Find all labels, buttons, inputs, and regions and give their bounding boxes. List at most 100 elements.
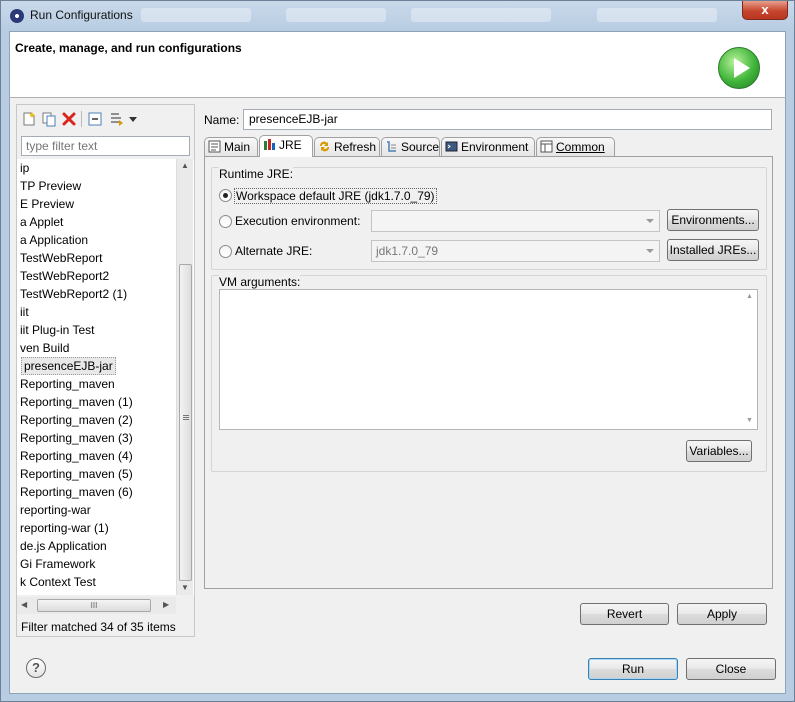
chevron-down-icon [646, 249, 654, 253]
tree-item[interactable]: Reporting_maven (6) [20, 483, 133, 501]
configurations-toolbar [17, 105, 194, 133]
tab-main[interactable]: Main [204, 137, 258, 156]
tree-item[interactable]: ip [20, 159, 29, 177]
window-close-button[interactable]: x [742, 1, 788, 20]
workspace-default-label[interactable]: Workspace default JRE (jdk1.7.0_79) [234, 188, 437, 204]
alternate-jre-select[interactable]: jdk1.7.0_79 [371, 240, 660, 262]
execution-environment-label[interactable]: Execution environment: [235, 214, 360, 228]
tree-item[interactable]: Reporting_maven (5) [20, 465, 133, 483]
tree-item[interactable]: Reporting_maven (4) [20, 447, 133, 465]
tree-item[interactable]: Reporting_maven (1) [20, 393, 133, 411]
tab-refresh-label: Refresh [334, 140, 377, 154]
tree-item[interactable]: de.js Application [20, 537, 107, 555]
filter-icon[interactable] [109, 111, 125, 127]
variables-button[interactable]: Variables... [686, 440, 752, 462]
tree-item[interactable]: TestWebReport2 (1) [20, 285, 127, 303]
tree-item-selected[interactable]: presenceEJB-jar [21, 357, 116, 375]
filter-input[interactable] [21, 136, 190, 156]
tree-item[interactable]: Reporting_maven (3) [20, 429, 133, 447]
dialog-body: ipTP PreviewE Previewa Appleta Applicati… [9, 97, 786, 694]
refresh-tab-icon [319, 141, 330, 152]
installed-jres-button[interactable]: Installed JREs... [667, 239, 759, 261]
runtime-jre-label: Runtime JRE: [219, 167, 294, 181]
tree-item[interactable]: ven Build [20, 339, 69, 357]
tree-item[interactable]: Gi Framework [20, 555, 95, 573]
jre-tab-content: Runtime JRE: Workspace default JRE (jdk1… [204, 156, 773, 589]
tab-source[interactable]: Source [381, 137, 440, 156]
environments-button[interactable]: Environments... [667, 209, 759, 231]
tree-item[interactable]: Reporting_maven (2) [20, 411, 133, 429]
tab-common[interactable]: Common [536, 137, 615, 156]
configuration-editor: Name: presenceEJB-jar Main JRE Refresh S… [197, 104, 779, 688]
tree-vertical-scrollbar[interactable]: ▲ ▼ [176, 159, 193, 595]
run-banner-icon [718, 47, 760, 89]
tab-source-label: Source [401, 140, 440, 154]
execution-environment-select[interactable] [371, 210, 660, 232]
tree-item[interactable]: k Context Test [20, 573, 96, 591]
new-configuration-icon[interactable] [21, 111, 37, 127]
source-tab-icon [387, 141, 396, 152]
chevron-down-icon [646, 219, 654, 223]
close-button[interactable]: Close [686, 658, 776, 680]
tree-item[interactable]: TP Preview [20, 177, 81, 195]
run-configurations-window: Run Configurations x Create, manage, and… [0, 0, 795, 702]
tree-item[interactable]: reporting-war (1) [20, 519, 109, 537]
workspace-default-radio[interactable] [219, 189, 232, 202]
execution-environment-radio[interactable] [219, 215, 232, 228]
tree-horizontal-scrollbar[interactable]: ◀ III ▶ [17, 597, 176, 614]
tree-item[interactable]: iit Plug-in Test [20, 321, 94, 339]
filter-dropdown-icon[interactable] [129, 117, 137, 122]
help-icon[interactable]: ? [26, 658, 46, 678]
scroll-up-icon[interactable]: ▲ [746, 293, 753, 300]
background-taskbar-blur [597, 8, 717, 22]
configurations-tree[interactable]: ip TP Preview E Preview a Applet a Applicati… [17, 159, 194, 595]
duplicate-icon[interactable] [41, 111, 57, 127]
apply-button[interactable]: Apply [677, 603, 767, 625]
header-title: Create, manage, and run configurations [15, 41, 242, 55]
tree-item[interactable]: reporting-war [20, 501, 91, 519]
tab-refresh[interactable]: Refresh [314, 137, 380, 156]
revert-button[interactable]: Revert [580, 603, 669, 625]
tree-item[interactable]: a Application [20, 231, 88, 249]
tree-item[interactable]: Reporting_maven [20, 375, 115, 393]
scroll-right-icon[interactable]: ▶ [163, 600, 169, 609]
tab-environment[interactable]: Environment [441, 137, 535, 156]
runtime-jre-group: Runtime JRE: Workspace default JRE (jdk1… [211, 167, 767, 270]
scroll-up-icon[interactable]: ▲ [181, 161, 189, 170]
tab-common-label: Common [556, 140, 605, 154]
scroll-down-icon[interactable]: ▼ [746, 417, 753, 424]
vm-arguments-label: VM arguments: [219, 275, 301, 289]
toolbar-separator [81, 111, 82, 127]
scroll-left-icon[interactable]: ◀ [21, 600, 27, 609]
title-bar[interactable]: Run Configurations x [1, 1, 794, 31]
vm-arguments-textarea[interactable]: ▲ ▼ [219, 289, 758, 430]
common-tab-icon [540, 140, 553, 153]
horizontal-scroll-thumb[interactable]: III [37, 599, 151, 612]
tab-jre[interactable]: JRE [259, 135, 313, 157]
jre-tab-icon [264, 139, 275, 150]
scroll-down-icon[interactable]: ▼ [181, 583, 189, 592]
name-label: Name: [204, 113, 240, 127]
tree-item[interactable]: TestWebReport [20, 249, 102, 267]
alternate-jre-radio[interactable] [219, 245, 232, 258]
tree-item[interactable]: E Preview [20, 195, 74, 213]
tab-environment-label: Environment [461, 140, 529, 154]
background-taskbar-blur [141, 8, 251, 22]
alternate-jre-label[interactable]: Alternate JRE: [235, 244, 312, 258]
name-field[interactable]: presenceEJB-jar [243, 109, 772, 130]
configuration-tabs: Main JRE Refresh Source Environment Comm… [204, 135, 773, 157]
main-tab-icon [208, 140, 221, 153]
tab-jre-label: JRE [279, 138, 302, 152]
vertical-scroll-thumb[interactable] [179, 264, 192, 581]
textarea-scrollbar[interactable]: ▲ ▼ [743, 290, 757, 429]
vm-arguments-group: VM arguments: ▲ ▼ Variables... [211, 275, 767, 472]
tree-item[interactable]: TestWebReport2 [20, 267, 109, 285]
collapse-all-icon[interactable] [87, 111, 103, 127]
tree-item[interactable]: iit [20, 303, 29, 321]
background-taskbar-blur [286, 8, 386, 22]
delete-icon[interactable] [61, 111, 77, 127]
dialog-header: Create, manage, and run configurations [9, 31, 786, 97]
tab-main-label: Main [224, 140, 251, 154]
tree-item[interactable]: a Applet [20, 213, 63, 231]
run-button[interactable]: Run [588, 658, 678, 680]
